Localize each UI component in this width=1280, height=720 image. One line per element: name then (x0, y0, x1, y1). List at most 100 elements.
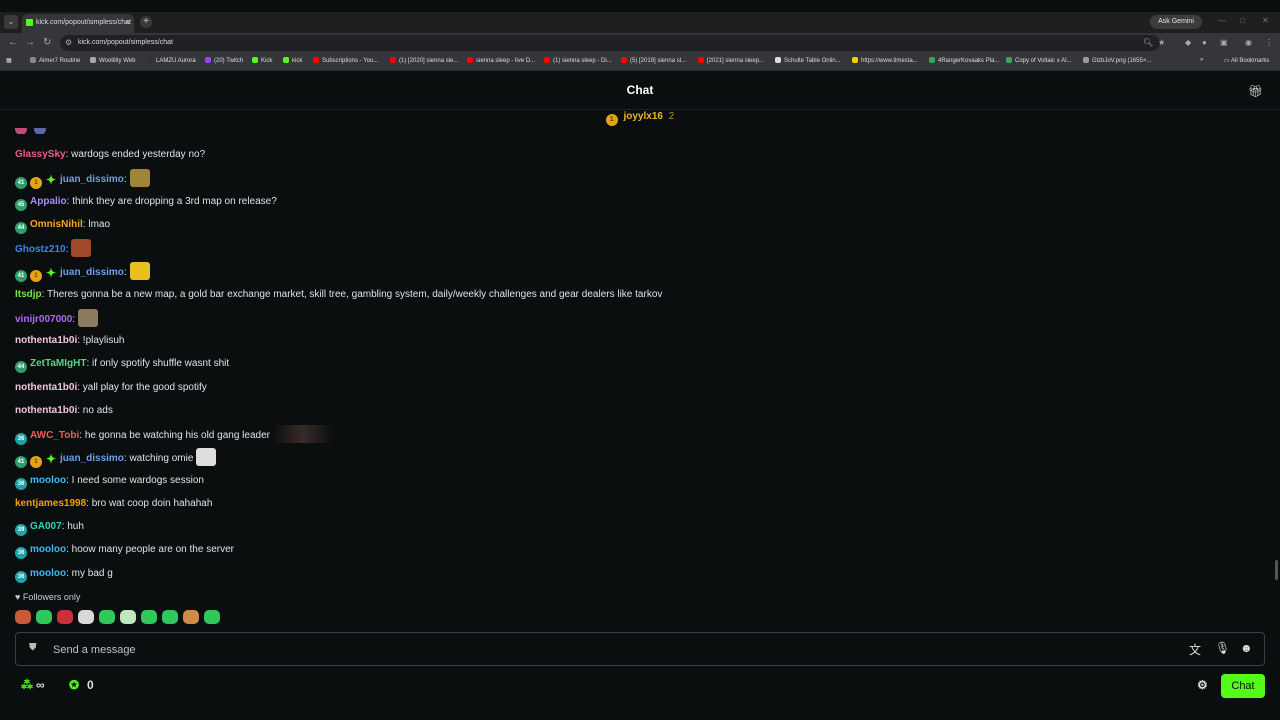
bookmark-item[interactable]: Aimer7 Routine (30, 57, 80, 64)
bookmark-item[interactable]: Copy of Voltaic x AI... (1006, 57, 1072, 64)
bookmark-item[interactable]: [2021] sienna sleep... (698, 57, 764, 64)
bookmark-item[interactable]: kick (283, 57, 302, 64)
message-input[interactable] (53, 642, 953, 658)
close-icon[interactable]: × (125, 18, 130, 27)
bookmark-item[interactable]: (1) sienna sleep - Di... (544, 57, 612, 64)
bookmark-item[interactable]: Kick (252, 57, 272, 64)
message-username[interactable]: mooloo (30, 475, 66, 486)
microphone-icon[interactable]: 🎙︎ (1215, 641, 1230, 655)
subscriber-badge-icon[interactable]: 36 (15, 547, 27, 560)
bookmark-item[interactable]: Wootility Web (90, 57, 135, 64)
gifter-badge-icon[interactable]: 1 (30, 456, 42, 469)
message-username[interactable]: GA007 (30, 521, 62, 532)
sparkle-badge-icon[interactable]: ✦ (45, 453, 57, 465)
bookmark-item[interactable]: Schulte Table Onlin... (775, 57, 841, 64)
send-chat-button[interactable]: Chat (1221, 674, 1265, 698)
minimize-icon[interactable]: — (1218, 16, 1226, 25)
menu-icon[interactable]: ⋮ (1265, 38, 1273, 47)
sparkle-badge-icon[interactable]: ✦ (45, 267, 57, 279)
bookmark-item[interactable]: (1) [2020] sienna sle... (390, 57, 458, 64)
message-username[interactable]: nothenta1b0i (15, 382, 77, 393)
gift-icon[interactable]: 🎁︎ (1248, 84, 1263, 98)
bookmark-item[interactable]: GlzbJoV.png (1655×... (1083, 57, 1151, 64)
emote-icon[interactable] (162, 610, 178, 624)
message-username[interactable]: mooloo (30, 568, 66, 579)
extension-icon[interactable]: ● (1202, 38, 1207, 47)
profile-icon[interactable]: ◉ (1245, 38, 1252, 47)
bookmark-item[interactable]: Subscriptions - You... (313, 57, 378, 64)
message-username[interactable]: kentjames1998 (15, 498, 86, 509)
subscriber-badge-icon[interactable]: 41 (15, 270, 27, 283)
emote-icon[interactable] (36, 610, 52, 624)
maximize-icon[interactable]: □ (1240, 16, 1245, 25)
sparkle-badge-icon[interactable]: ✦ (45, 174, 57, 186)
channel-points-icon[interactable]: ⁂ (21, 678, 33, 692)
message-username[interactable]: mooloo (30, 544, 66, 555)
bookmark-star-icon[interactable]: ★ (1158, 38, 1165, 47)
kicks-icon[interactable]: ✪ (69, 678, 79, 692)
message-username[interactable]: vinijr007000 (15, 314, 72, 325)
message-username[interactable]: juan_dissimo (60, 267, 124, 278)
message-username[interactable]: juan_dissimo (60, 453, 124, 464)
emote-icon[interactable] (78, 610, 94, 624)
subscriber-badge-icon[interactable]: 44 (15, 221, 27, 234)
subscriber-badge-icon[interactable]: 36 (15, 433, 27, 445)
subscriber-badge-icon[interactable]: 41 (15, 177, 27, 190)
message-username[interactable]: nothenta1b0i (15, 335, 77, 346)
emote-icon[interactable] (183, 610, 199, 624)
window-close-icon[interactable]: ✕ (1262, 16, 1269, 25)
reload-icon[interactable]: ↻ (43, 37, 51, 48)
bookmark-item[interactable]: https://www.timesta... (852, 57, 918, 64)
extension-icon[interactable]: ◆ (1185, 38, 1191, 47)
emoji-icon[interactable]: ☻ (1240, 641, 1253, 655)
new-tab-icon[interactable]: + (140, 16, 152, 28)
all-bookmarks[interactable]: ▭ All Bookmarks (1224, 57, 1269, 64)
bookmark-item[interactable]: sienna sleep - live D... (467, 57, 535, 64)
tab-search-icon[interactable]: ⌄ (4, 15, 18, 29)
url-field[interactable]: ⚙ kick.com/popout/simpless/chat (60, 35, 1160, 51)
top-gifter-username[interactable]: joyylx16 (623, 111, 662, 122)
message-username[interactable]: Itsdjp (15, 289, 42, 300)
zoom-icon[interactable]: 🔍︎ (1143, 38, 1153, 47)
subscriber-badge-icon[interactable]: 45 (15, 198, 27, 211)
message-username[interactable]: AWC_Tobi (30, 430, 79, 441)
site-info-icon[interactable]: ⚙ (65, 38, 72, 47)
gifter-badge-icon[interactable]: 1 (30, 270, 42, 283)
bookmark-item[interactable]: 4RangerKovaaks Pla... (929, 57, 999, 64)
message-username[interactable]: Appalio (30, 196, 67, 207)
message-username[interactable]: nothenta1b0i (15, 405, 77, 416)
subscriber-badge-icon[interactable]: 36 (15, 570, 27, 583)
bookmark-item[interactable]: LAMZU Aurora (147, 57, 196, 64)
emote-icon[interactable] (141, 610, 157, 624)
message-username[interactable]: ZetTaMIgHT (30, 358, 86, 369)
message-username[interactable]: Ghostz210 (15, 244, 66, 255)
settings-icon[interactable]: ⚙ (1197, 678, 1208, 692)
subscriber-badge-icon[interactable]: 39 (15, 524, 27, 536)
emote-icon[interactable] (204, 610, 220, 624)
ask-gemini-button[interactable]: Ask Gemini (1150, 15, 1202, 29)
bookmark-item[interactable]: (5) [2019] sienna sl... (621, 57, 686, 64)
message-text: : (72, 313, 76, 325)
message-username[interactable]: OmnisNihil (30, 219, 83, 230)
message-username[interactable]: GlassySky (15, 149, 66, 160)
back-icon[interactable]: ← (8, 37, 18, 48)
emote-icon[interactable] (57, 610, 73, 624)
apps-icon[interactable]: ▦ (6, 57, 12, 64)
emote-icon[interactable] (15, 610, 31, 624)
chat-message-list[interactable]: GlassySky: wardogs ended yesterday no? 41… (15, 128, 1265, 588)
bookmark-item[interactable]: (20) Twitch (205, 57, 243, 64)
subscriber-badge-icon[interactable]: 44 (15, 361, 27, 374)
gifter-badge-icon[interactable]: 1 (30, 177, 42, 190)
emote-icon[interactable] (99, 610, 115, 624)
translate-icon[interactable]: 文 (1189, 641, 1201, 658)
extensions-icon[interactable]: ▣ (1220, 38, 1228, 47)
subscriber-badge-icon[interactable]: 36 (15, 477, 27, 490)
subscriber-badge-icon[interactable]: 41 (15, 456, 27, 469)
bookmark-icon (852, 57, 858, 63)
message-username[interactable]: juan_dissimo (60, 174, 124, 185)
more-bookmarks-icon[interactable]: » (1200, 57, 1203, 63)
forward-icon[interactable]: → (25, 37, 35, 48)
scrollbar[interactable] (1275, 560, 1278, 580)
emote-icon[interactable] (120, 610, 136, 624)
browser-tab[interactable]: kick.com/popout/simpless/chat × (22, 14, 134, 33)
